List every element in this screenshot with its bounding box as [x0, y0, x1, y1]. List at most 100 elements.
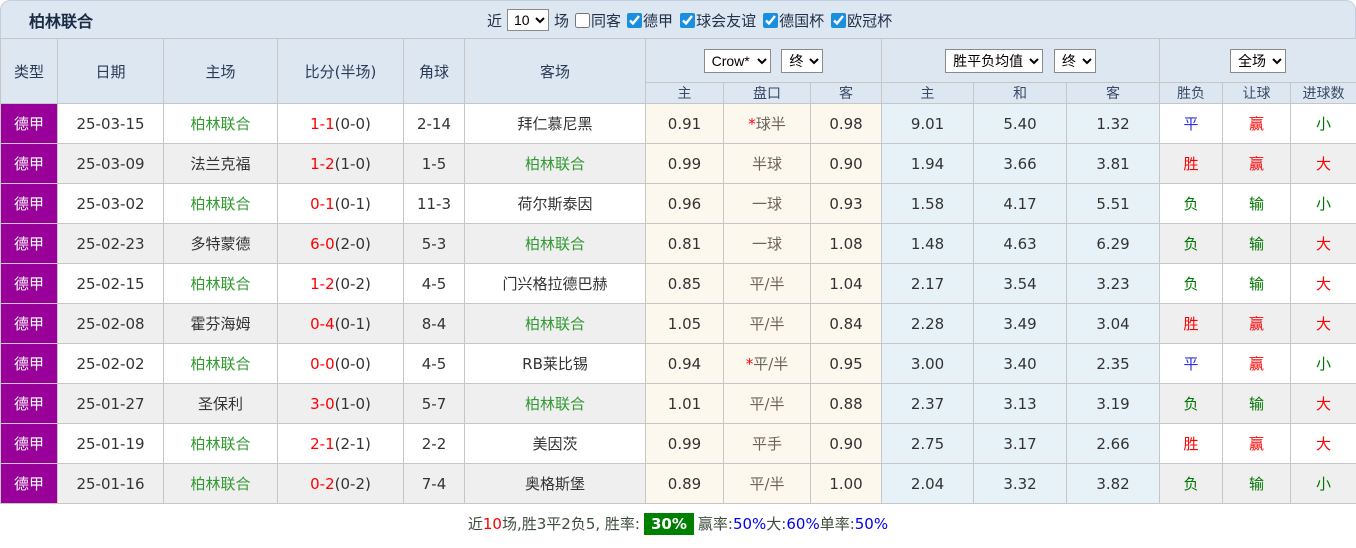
- matches-tbody: 德甲 25-03-15 柏林联合 1-1(0-0) 2-14 拜仁慕尼黑 0.91 *球半 0.…: [0, 103, 1356, 504]
- league-checkbox-0[interactable]: [627, 12, 643, 28]
- fulltime-score: 6-0: [310, 234, 335, 253]
- subcol-ah-away: 客: [809, 82, 883, 104]
- handicap-away-odds-cell: 0.90: [809, 423, 883, 464]
- win-rate-badge: 30%: [643, 512, 694, 535]
- home-team-cell: 柏林联合: [163, 343, 278, 384]
- avg-draw-odds-cell: 3.13: [973, 383, 1068, 424]
- table-row: 德甲 25-03-02 柏林联合 0-1(0-1) 11-3 荷尔斯泰因 0.96 一球 0.9…: [0, 183, 1356, 224]
- handicap-line-cell: 平/半: [723, 463, 811, 504]
- subcol-odds-draw: 和: [973, 82, 1068, 104]
- footer-segment-6: 大:: [766, 515, 787, 533]
- avg-home-odds-cell: 2.28: [881, 303, 975, 344]
- handicap-away-odds-cell: 1.08: [809, 223, 883, 264]
- score-cell: 1-2(1-0): [277, 143, 404, 184]
- result-wdl-cell: 胜: [1159, 303, 1224, 344]
- table-row: 德甲 25-01-27 圣保利 3-0(1-0) 5-7 柏林联合 1.01 平/半 0.88 2…: [0, 383, 1356, 424]
- handicap-home-odds-cell: 0.89: [645, 463, 724, 504]
- table-row: 德甲 25-01-16 柏林联合 0-2(0-2) 7-4 奥格斯堡 0.89 平/半 1.00…: [0, 463, 1356, 504]
- league-cell: 德甲: [0, 263, 58, 304]
- avg-away-odds-cell: 3.04: [1066, 303, 1161, 344]
- avg-away-odds-cell: 2.35: [1066, 343, 1161, 384]
- home-team-cell: 柏林联合: [163, 463, 278, 504]
- handicap-line-cell: *平/半: [723, 343, 811, 384]
- halftime-score: (2-0): [334, 234, 371, 253]
- odds-group-header: 胜平负均值 终: [881, 38, 1161, 83]
- league-label-3: 欧冠杯: [847, 11, 893, 30]
- filter-controls: 近 10 场 同客 德甲 球会友谊 德国杯 欧冠杯: [487, 1, 893, 39]
- fulltime-score: 0-2: [310, 474, 335, 493]
- matches-table: 类型 日期 主场 比分(半场) 角球 客场 Crow* 终 胜平负均值 终 全场: [0, 38, 1356, 504]
- home-team-cell: 柏林联合: [163, 263, 278, 304]
- match-history-panel: 柏林联合 近 10 场 同客 德甲 球会友谊 德国杯 欧冠杯 类型 日期 主场 比分(…: [0, 0, 1356, 548]
- score-cell: 3-0(1-0): [277, 383, 404, 424]
- league-checkbox-2[interactable]: [763, 12, 779, 28]
- league-checkbox-3[interactable]: [831, 12, 847, 28]
- avg-home-odds-cell: 2.37: [881, 383, 975, 424]
- result-wdl-cell: 平: [1159, 343, 1224, 384]
- handicap-home-odds-cell: 0.99: [645, 423, 724, 464]
- corners-cell: 5-3: [403, 223, 465, 264]
- bookmaker-select[interactable]: Crow*: [703, 48, 771, 73]
- odds-type-select[interactable]: 胜平负均值: [945, 48, 1044, 73]
- avg-away-odds-cell: 1.32: [1066, 103, 1161, 144]
- halftime-score: (0-2): [334, 274, 371, 293]
- handicap-away-odds-cell: 0.84: [809, 303, 883, 344]
- result-handicap-cell: 输: [1222, 183, 1292, 224]
- date-cell: 25-02-02: [57, 343, 164, 384]
- away-team-cell: 美因茨: [464, 423, 646, 464]
- fulltime-score: 1-2: [310, 154, 335, 173]
- result-goals-cell: 大: [1290, 423, 1356, 464]
- score-cell: 0-0(0-0): [277, 343, 404, 384]
- handicap-home-odds-cell: 0.96: [645, 183, 724, 224]
- subcol-result-wdl: 胜负: [1159, 82, 1224, 104]
- recent-count-select[interactable]: 10: [507, 9, 550, 31]
- league-cell: 德甲: [0, 343, 58, 384]
- result-wdl-cell: 负: [1159, 183, 1224, 224]
- handicap-period-select[interactable]: 终: [781, 48, 824, 73]
- handicap-home-odds-cell: 0.94: [645, 343, 724, 384]
- footer-segment-8: 单率:: [819, 515, 855, 533]
- corners-cell: 2-2: [403, 423, 465, 464]
- score-cell: 0-2(0-2): [277, 463, 404, 504]
- away-team-cell: 拜仁慕尼黑: [464, 103, 646, 144]
- same-opponent-label: 同客: [591, 11, 622, 30]
- corners-cell: 8-4: [403, 303, 465, 344]
- halftime-score: (1-0): [334, 394, 371, 413]
- handicap-away-odds-cell: 0.90: [809, 143, 883, 184]
- handicap-line-cell: 一球: [723, 183, 811, 224]
- handicap-group-header: Crow* 终: [644, 38, 883, 83]
- corners-cell: 2-14: [403, 103, 465, 144]
- league-filters: 德甲 球会友谊 德国杯 欧冠杯: [621, 10, 893, 31]
- avg-draw-odds-cell: 3.54: [973, 263, 1068, 304]
- result-goals-cell: 小: [1290, 343, 1356, 384]
- avg-draw-odds-cell: 3.49: [973, 303, 1068, 344]
- handicap-line-cell: 平手: [723, 423, 811, 464]
- same-opponent-checkbox[interactable]: [575, 12, 591, 28]
- handicap-line-cell: 平/半: [723, 263, 811, 304]
- avg-home-odds-cell: 3.00: [881, 343, 975, 384]
- corners-cell: 5-7: [403, 383, 465, 424]
- avg-away-odds-cell: 2.66: [1066, 423, 1161, 464]
- footer-segment-0: 近: [467, 515, 483, 533]
- handicap-change-star: *: [748, 115, 756, 133]
- result-goals-cell: 大: [1290, 143, 1356, 184]
- home-team-cell: 柏林联合: [163, 103, 278, 144]
- league-label-2: 德国杯: [779, 11, 825, 30]
- away-team-cell: 奥格斯堡: [464, 463, 646, 504]
- date-cell: 25-01-19: [57, 423, 164, 464]
- date-cell: 25-03-02: [57, 183, 164, 224]
- handicap-away-odds-cell: 0.95: [809, 343, 883, 384]
- halftime-score: (0-1): [334, 194, 371, 213]
- date-cell: 25-01-16: [57, 463, 164, 504]
- handicap-away-odds-cell: 0.88: [809, 383, 883, 424]
- date-cell: 25-02-08: [57, 303, 164, 344]
- team-title: 柏林联合: [29, 11, 94, 31]
- table-row: 德甲 25-01-19 柏林联合 2-1(2-1) 2-2 美因茨 0.99 平手 0.90 2.…: [0, 423, 1356, 464]
- halftime-score: (1-0): [334, 154, 371, 173]
- result-scope-select[interactable]: 全场: [1230, 48, 1287, 73]
- halftime-score: (0-0): [334, 354, 371, 373]
- odds-period-select[interactable]: 终: [1053, 48, 1096, 73]
- result-handicap-cell: 赢: [1222, 143, 1292, 184]
- league-checkbox-1[interactable]: [680, 12, 696, 28]
- subcol-odds-home: 主: [881, 82, 975, 104]
